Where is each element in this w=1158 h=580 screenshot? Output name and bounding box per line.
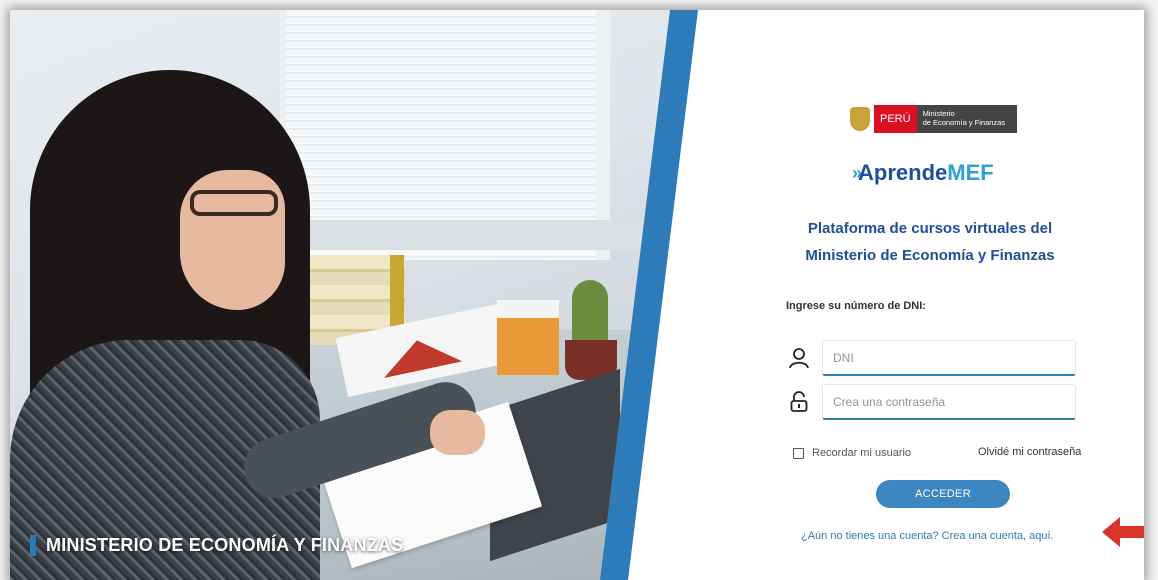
ministry-line1: Ministerio — [922, 109, 955, 118]
forgot-password-link[interactable]: Olvidé mi contraseña — [978, 446, 1081, 458]
hero-photo: MINISTERIO DE ECONOMÍA Y FINANZAS — [10, 10, 670, 580]
ministry-label: Ministerio de Economía y Finanzas — [916, 105, 1017, 133]
arrow-left-icon — [1102, 517, 1144, 547]
woman-hand — [430, 410, 485, 455]
checkbox-icon[interactable] — [793, 447, 804, 459]
remember-user-checkbox[interactable]: Recordar mi usuario — [793, 447, 911, 459]
brand-arrows-icon: » — [852, 162, 862, 183]
lock-icon — [786, 389, 812, 415]
glasses — [190, 190, 278, 216]
ministry-caption: MINISTERIO DE ECONOMÍA Y FINANZAS — [30, 535, 403, 556]
dni-field-row — [786, 339, 1076, 377]
peru-shield-icon — [850, 107, 870, 131]
remember-label: Recordar mi usuario — [812, 447, 912, 459]
password-field-row — [786, 383, 1076, 421]
plant — [572, 280, 608, 342]
create-account-link[interactable]: ¿Aún no tienes una cuenta? Crea una cuen… — [801, 530, 1054, 542]
peru-label: PERÚ — [874, 105, 917, 133]
brand-suffix: MEF — [947, 160, 994, 185]
title-line2: Ministerio de Economía y Finanzas — [805, 247, 1055, 264]
login-panel: PERÚ Ministerio de Economía y Finanzas »… — [700, 10, 1144, 580]
user-icon — [786, 345, 812, 371]
brand-prefix: Aprende — [858, 160, 948, 185]
dni-prompt: Ingrese su número de DNI: — [786, 300, 926, 312]
login-page: MINISTERIO DE ECONOMÍA Y FINANZAS PERÚ M… — [10, 10, 1144, 580]
aprendemef-logo: » Aprende MEF — [852, 160, 994, 186]
government-logo: PERÚ Ministerio de Economía y Finanzas — [850, 105, 1017, 133]
dni-input[interactable] — [822, 340, 1076, 376]
cube-top — [497, 300, 559, 318]
password-input[interactable] — [822, 384, 1076, 420]
title-line1: Plataforma de cursos virtuales del — [807, 220, 1053, 237]
ministry-line2: de Economía y Finanzas — [922, 118, 1006, 127]
page-title: Plataforma de cursos virtuales del Minis… — [780, 215, 1080, 269]
window-shelf — [260, 220, 660, 250]
acceder-button[interactable]: ACCEDER — [876, 480, 1010, 508]
